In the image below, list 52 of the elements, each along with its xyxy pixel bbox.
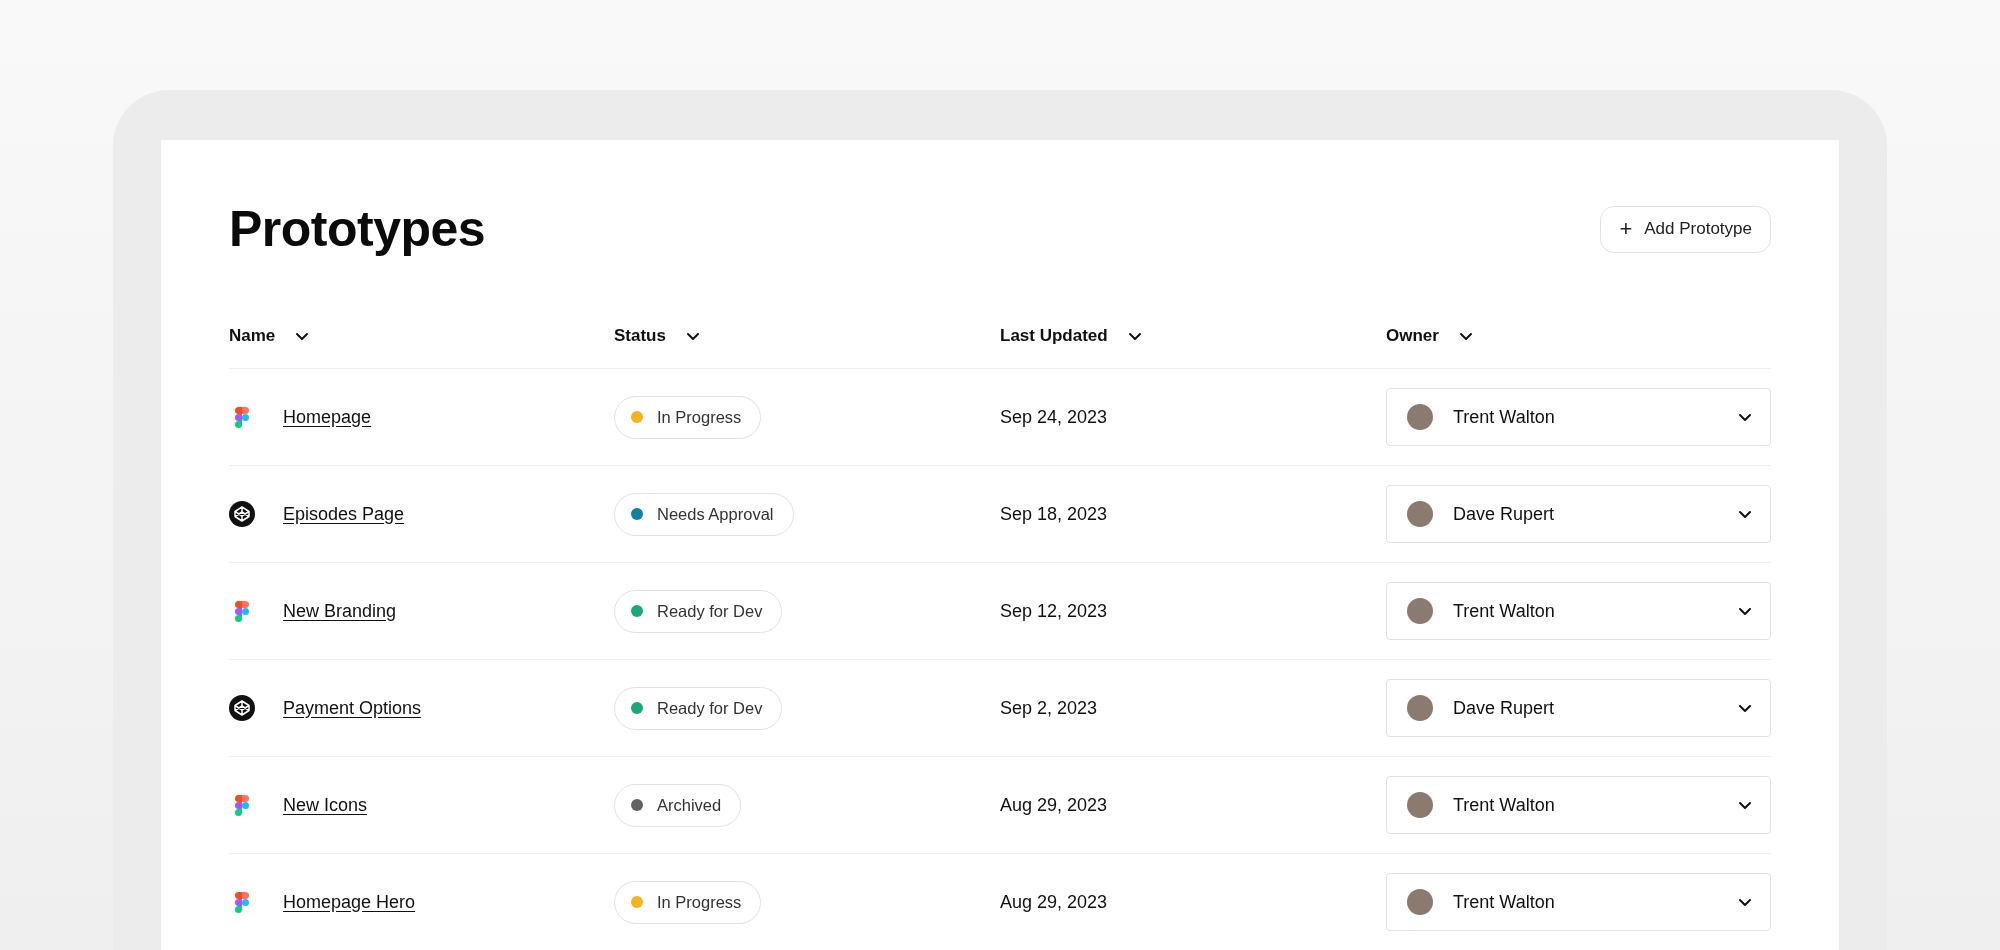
add-prototype-button[interactable]: + Add Prototype <box>1600 205 1771 253</box>
owner-dropdown[interactable]: Trent Walton <box>1386 776 1771 834</box>
sort-chevron-icon[interactable] <box>1127 331 1142 341</box>
avatar-placeholder <box>1407 404 1433 430</box>
owner-dropdown[interactable]: Dave Rupert <box>1386 485 1771 543</box>
prototype-link[interactable]: Payment Options <box>283 697 422 719</box>
prototype-link[interactable]: New Branding <box>283 600 397 622</box>
date-text: Sep 24, 2023 <box>1000 406 1108 428</box>
prototype-link[interactable]: Episodes Page <box>283 503 405 525</box>
prototype-link[interactable]: Homepage Hero <box>283 891 416 913</box>
status-label: Needs Approval <box>657 504 774 524</box>
caret-icon <box>1738 703 1752 713</box>
sort-chevron-icon[interactable] <box>295 331 310 341</box>
avatar-placeholder <box>1407 695 1433 721</box>
date-text: Sep 12, 2023 <box>1000 600 1108 622</box>
avatar-placeholder <box>1407 792 1433 818</box>
status-label: In Progress <box>657 407 742 427</box>
page-title: Prototypes <box>229 200 486 258</box>
avatar-placeholder <box>1407 598 1433 624</box>
column-header[interactable]: Name <box>229 326 276 346</box>
column-header[interactable]: Owner <box>1386 326 1439 346</box>
column-header[interactable]: Status <box>614 326 666 346</box>
caret-icon <box>1738 606 1752 616</box>
caret-icon <box>1738 897 1752 907</box>
figma-logo-icon <box>235 406 249 428</box>
owner-dropdown[interactable]: Dave Rupert <box>1386 679 1771 737</box>
date-text: Aug 29, 2023 <box>1000 891 1108 913</box>
date-text: Sep 18, 2023 <box>1000 503 1108 525</box>
sort-chevron-icon[interactable] <box>685 331 700 341</box>
prototype-link[interactable]: Homepage <box>283 406 372 428</box>
sort-chevron-icon[interactable] <box>1458 331 1473 341</box>
prototype-link[interactable]: New Icons <box>283 794 368 816</box>
status-label: Ready for Dev <box>657 698 763 718</box>
column-header[interactable]: Last Updated <box>1000 326 1108 346</box>
caret-icon <box>1738 800 1752 810</box>
date-text: Aug 29, 2023 <box>1000 794 1108 816</box>
status-label: Archived <box>657 795 722 815</box>
avatar-placeholder <box>1407 501 1433 527</box>
figma-logo-icon <box>235 600 249 622</box>
owner-dropdown[interactable]: Trent Walton <box>1386 388 1771 446</box>
caret-icon <box>1738 412 1752 422</box>
avatar-placeholder <box>1407 889 1433 915</box>
owner-dropdown[interactable]: Trent Walton <box>1386 873 1771 931</box>
figma-logo-icon <box>235 891 249 913</box>
status-label: In Progress <box>657 892 742 912</box>
date-text: Sep 2, 2023 <box>1000 697 1098 719</box>
caret-icon <box>1738 509 1752 519</box>
status-label: Ready for Dev <box>657 601 763 621</box>
codepen-logo-icon <box>229 695 255 721</box>
figma-logo-icon <box>235 794 249 816</box>
codepen-logo-icon <box>229 501 255 527</box>
owner-dropdown[interactable]: Trent Walton <box>1386 582 1771 640</box>
